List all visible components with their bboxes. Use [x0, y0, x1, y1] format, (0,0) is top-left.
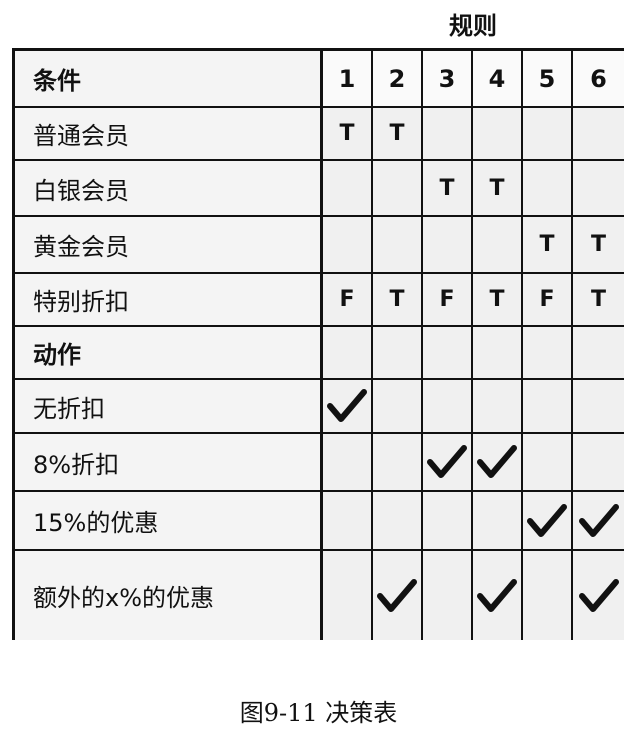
- condition-row: 白银会员 T T: [15, 161, 624, 217]
- condition-cell: T: [473, 161, 523, 215]
- rule-column-header: 5: [523, 51, 573, 106]
- condition-cell: [323, 217, 373, 272]
- condition-cell: [373, 217, 423, 272]
- action-cell: [323, 380, 373, 432]
- checkmark-icon: [327, 389, 367, 422]
- checkmark-icon: [527, 503, 567, 537]
- action-cell: [573, 492, 624, 549]
- action-label: 额外的x%的优惠: [15, 551, 323, 640]
- condition-cell: [423, 217, 473, 272]
- checkmark-icon: [477, 445, 517, 478]
- condition-cell: T: [523, 217, 573, 272]
- condition-cell: T: [573, 274, 624, 325]
- condition-cell: T: [573, 217, 624, 272]
- actions-header: 动作: [15, 327, 323, 378]
- condition-cell: [473, 108, 523, 159]
- condition-cell: [323, 161, 373, 215]
- action-cell: [523, 434, 573, 490]
- condition-label: 黄金会员: [15, 217, 323, 272]
- condition-cell: [373, 161, 423, 215]
- action-cell: [523, 380, 573, 432]
- action-label: 8%折扣: [15, 434, 323, 490]
- checkmark-icon: [477, 578, 517, 612]
- action-cell: [323, 492, 373, 549]
- action-cell: [473, 434, 523, 490]
- condition-row: 特别折扣 F T F T F T: [15, 274, 624, 327]
- figure-caption: 图9-11 决策表: [239, 699, 398, 727]
- action-cell: [323, 434, 373, 490]
- action-cell: [573, 551, 624, 640]
- checkmark-icon: [578, 578, 619, 612]
- action-label: 15%的优惠: [15, 492, 323, 549]
- action-label: 无折扣: [15, 380, 323, 432]
- condition-cell: [573, 161, 624, 215]
- condition-cell: T: [473, 274, 523, 325]
- empty-cell: [423, 327, 473, 378]
- condition-cell: T: [373, 274, 423, 325]
- action-cell: [423, 434, 473, 490]
- action-row: 额外的x%的优惠: [15, 551, 624, 640]
- condition-row: 普通会员 T T: [15, 108, 624, 161]
- condition-cell: [423, 108, 473, 159]
- decision-table: 条件 1 2 3 4 5 6 普通会员 T T 白银会员 T T 黄金会员 T …: [12, 48, 624, 640]
- action-cell: [573, 434, 624, 490]
- condition-cell: [523, 161, 573, 215]
- condition-cell: F: [523, 274, 573, 325]
- action-cell: [573, 380, 624, 432]
- condition-cell: [573, 108, 624, 159]
- rule-column-header: 3: [423, 51, 473, 106]
- action-cell: [523, 551, 573, 640]
- rules-header: 规则: [449, 12, 497, 40]
- action-cell: [523, 492, 573, 549]
- condition-cell: [473, 217, 523, 272]
- condition-label: 白银会员: [15, 161, 323, 215]
- action-cell: [373, 551, 423, 640]
- rule-column-header: 6: [573, 51, 624, 106]
- checkmark-icon: [377, 578, 417, 612]
- condition-row: 黄金会员 T T: [15, 217, 624, 274]
- action-cell: [373, 380, 423, 432]
- action-cell: [473, 380, 523, 432]
- condition-label: 特别折扣: [15, 274, 323, 325]
- condition-label: 普通会员: [15, 108, 323, 159]
- rule-column-header: 4: [473, 51, 523, 106]
- action-row: 8%折扣: [15, 434, 624, 492]
- empty-cell: [573, 327, 624, 378]
- condition-cell: F: [323, 274, 373, 325]
- rule-column-header: 2: [373, 51, 423, 106]
- condition-cell: F: [423, 274, 473, 325]
- action-row: 无折扣: [15, 380, 624, 434]
- rule-column-header: 1: [323, 51, 373, 106]
- condition-cell: T: [423, 161, 473, 215]
- condition-cell: T: [323, 108, 373, 159]
- action-cell: [423, 380, 473, 432]
- empty-cell: [323, 327, 373, 378]
- empty-cell: [523, 327, 573, 378]
- action-cell: [423, 492, 473, 549]
- actions-header-row: 动作: [15, 327, 624, 380]
- condition-cell: [523, 108, 573, 159]
- action-cell: [423, 551, 473, 640]
- condition-cell: T: [373, 108, 423, 159]
- empty-cell: [473, 327, 523, 378]
- action-cell: [473, 492, 523, 549]
- checkmark-icon: [427, 445, 467, 478]
- conditions-header: 条件: [15, 51, 323, 106]
- checkmark-icon: [578, 503, 619, 537]
- empty-cell: [373, 327, 423, 378]
- action-cell: [323, 551, 373, 640]
- action-cell: [373, 434, 423, 490]
- action-cell: [473, 551, 523, 640]
- action-cell: [373, 492, 423, 549]
- table-header-row: 条件 1 2 3 4 5 6: [15, 51, 624, 108]
- action-row: 15%的优惠: [15, 492, 624, 551]
